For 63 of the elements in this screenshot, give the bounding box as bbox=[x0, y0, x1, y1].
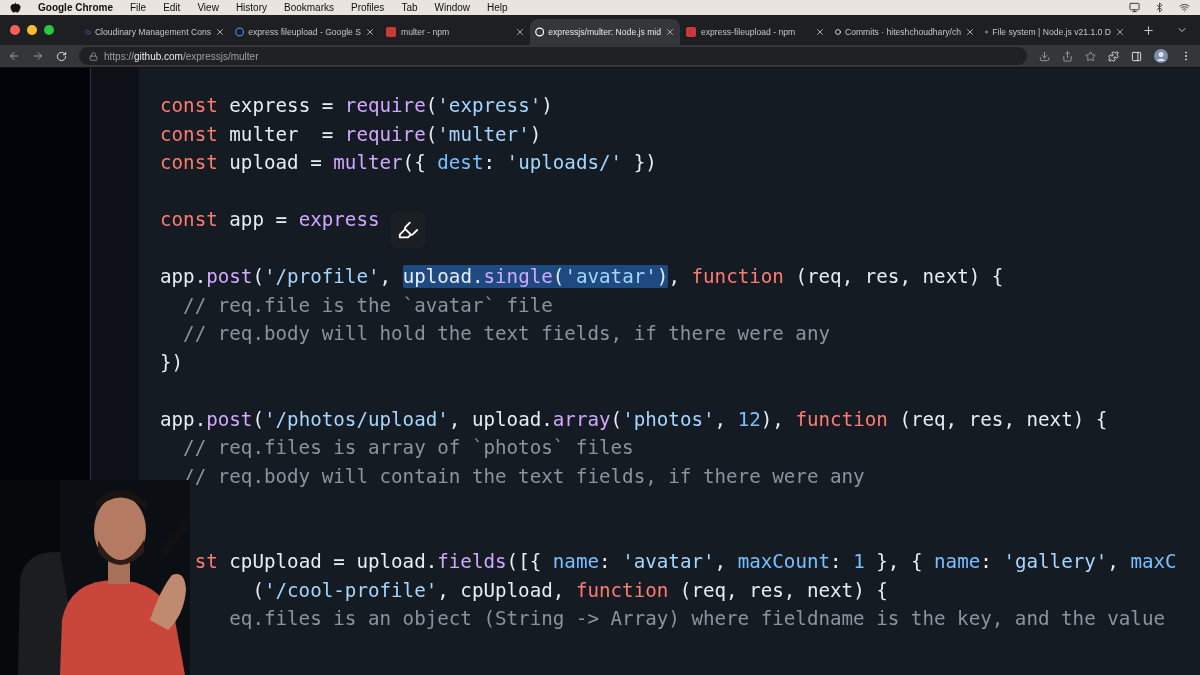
close-icon[interactable] bbox=[515, 27, 525, 37]
code-line: // req.file is the `avatar` file bbox=[182, 292, 553, 319]
code-line: ('/cool-profile', cpUpload, function (req, res, next) { bbox=[251, 577, 888, 604]
code-line: // req.files is array of `photos` files bbox=[182, 435, 634, 461]
code-line: eq.files is an object (String -> Array) where fieldname is the key, and the value bbox=[228, 606, 1165, 632]
browser-tab[interactable]: multer - npm bbox=[380, 19, 530, 45]
apple-icon[interactable] bbox=[10, 2, 21, 13]
code-line: app.post('/profile', upload.single('avatar'), function (req, res, next) { bbox=[160, 264, 1004, 290]
avatar-icon[interactable] bbox=[1154, 49, 1168, 63]
bluetooth-icon[interactable] bbox=[1154, 2, 1165, 13]
menu-item[interactable]: File bbox=[130, 2, 147, 13]
code-line: const express = require('express') bbox=[160, 93, 553, 119]
star-icon[interactable] bbox=[1085, 50, 1096, 62]
browser-tab[interactable]: express-fileupload - npm bbox=[680, 19, 830, 45]
menu-item[interactable]: History bbox=[235, 2, 267, 13]
code-line: app.post('/photos/upload', upload.array('photos', 12), function (req, res, next) { bbox=[160, 406, 1108, 433]
ring-icon bbox=[235, 26, 245, 38]
zoom-window-button[interactable] bbox=[44, 25, 54, 35]
menu-item[interactable]: View bbox=[197, 2, 219, 13]
extensions-icon[interactable] bbox=[1108, 50, 1119, 62]
close-icon[interactable] bbox=[1115, 27, 1125, 37]
menu-item[interactable]: Window bbox=[434, 2, 471, 13]
browser-tab[interactable]: express fileupload - Google S bbox=[230, 19, 380, 45]
lock-icon bbox=[89, 51, 98, 61]
square-icon bbox=[385, 26, 397, 38]
close-icon[interactable] bbox=[665, 27, 675, 37]
code-line: const app = express bbox=[160, 207, 380, 233]
circle-icon bbox=[835, 26, 841, 38]
highlighter-button[interactable] bbox=[390, 212, 426, 248]
close-icon[interactable] bbox=[365, 27, 375, 37]
browser-tab[interactable]: File system | Node.js v21.1.0 D bbox=[980, 19, 1130, 45]
download-icon[interactable] bbox=[1039, 50, 1050, 62]
forward-icon[interactable] bbox=[32, 50, 44, 62]
square-icon bbox=[685, 26, 697, 38]
app-menu[interactable]: Google Chrome bbox=[38, 2, 113, 13]
code-line: const upload = multer({ dest: 'uploads/' }) bbox=[160, 150, 657, 176]
close-icon[interactable] bbox=[965, 27, 975, 37]
address-field[interactable]: https://github.com/expressjs/multer bbox=[79, 47, 1027, 65]
monitor-icon[interactable] bbox=[1129, 2, 1140, 13]
close-icon[interactable] bbox=[815, 27, 825, 37]
code-line: // req.body will hold the text fields, if there were any bbox=[182, 321, 830, 347]
close-window-button[interactable] bbox=[10, 25, 20, 35]
menu-item[interactable]: Help bbox=[487, 2, 508, 13]
minimize-window-button[interactable] bbox=[27, 25, 37, 35]
menu-item[interactable]: Tab bbox=[401, 2, 418, 13]
browser-tab[interactable]: expressjs/multer: Node.js mid bbox=[530, 19, 680, 45]
back-icon[interactable] bbox=[8, 50, 20, 62]
code-line: st cpUpload = upload.fields([{ name: 'avatar', maxCount: 1 }, { name: 'gallery', maxC bbox=[193, 549, 1177, 575]
share-icon[interactable] bbox=[1062, 50, 1073, 62]
menu-item[interactable]: Profiles bbox=[351, 2, 385, 13]
circle-icon bbox=[535, 26, 545, 38]
code-line: }) bbox=[160, 349, 184, 376]
code-line: const multer = require('multer') bbox=[160, 121, 542, 148]
close-icon[interactable] bbox=[215, 27, 225, 37]
marker-icon bbox=[397, 219, 419, 241]
reload-icon[interactable] bbox=[56, 50, 67, 62]
menu-item[interactable]: Bookmarks bbox=[284, 2, 334, 13]
new-tab-icon[interactable] bbox=[1142, 23, 1155, 37]
browser-tab[interactable]: Cloudinary Management Cons bbox=[80, 19, 230, 45]
menu-item[interactable]: Edit bbox=[163, 2, 181, 13]
wifi-icon[interactable] bbox=[1179, 2, 1190, 13]
browser-tab[interactable]: Commits · hiteshchoudhary/ch bbox=[830, 19, 980, 45]
side-panel-icon[interactable] bbox=[1131, 50, 1142, 62]
